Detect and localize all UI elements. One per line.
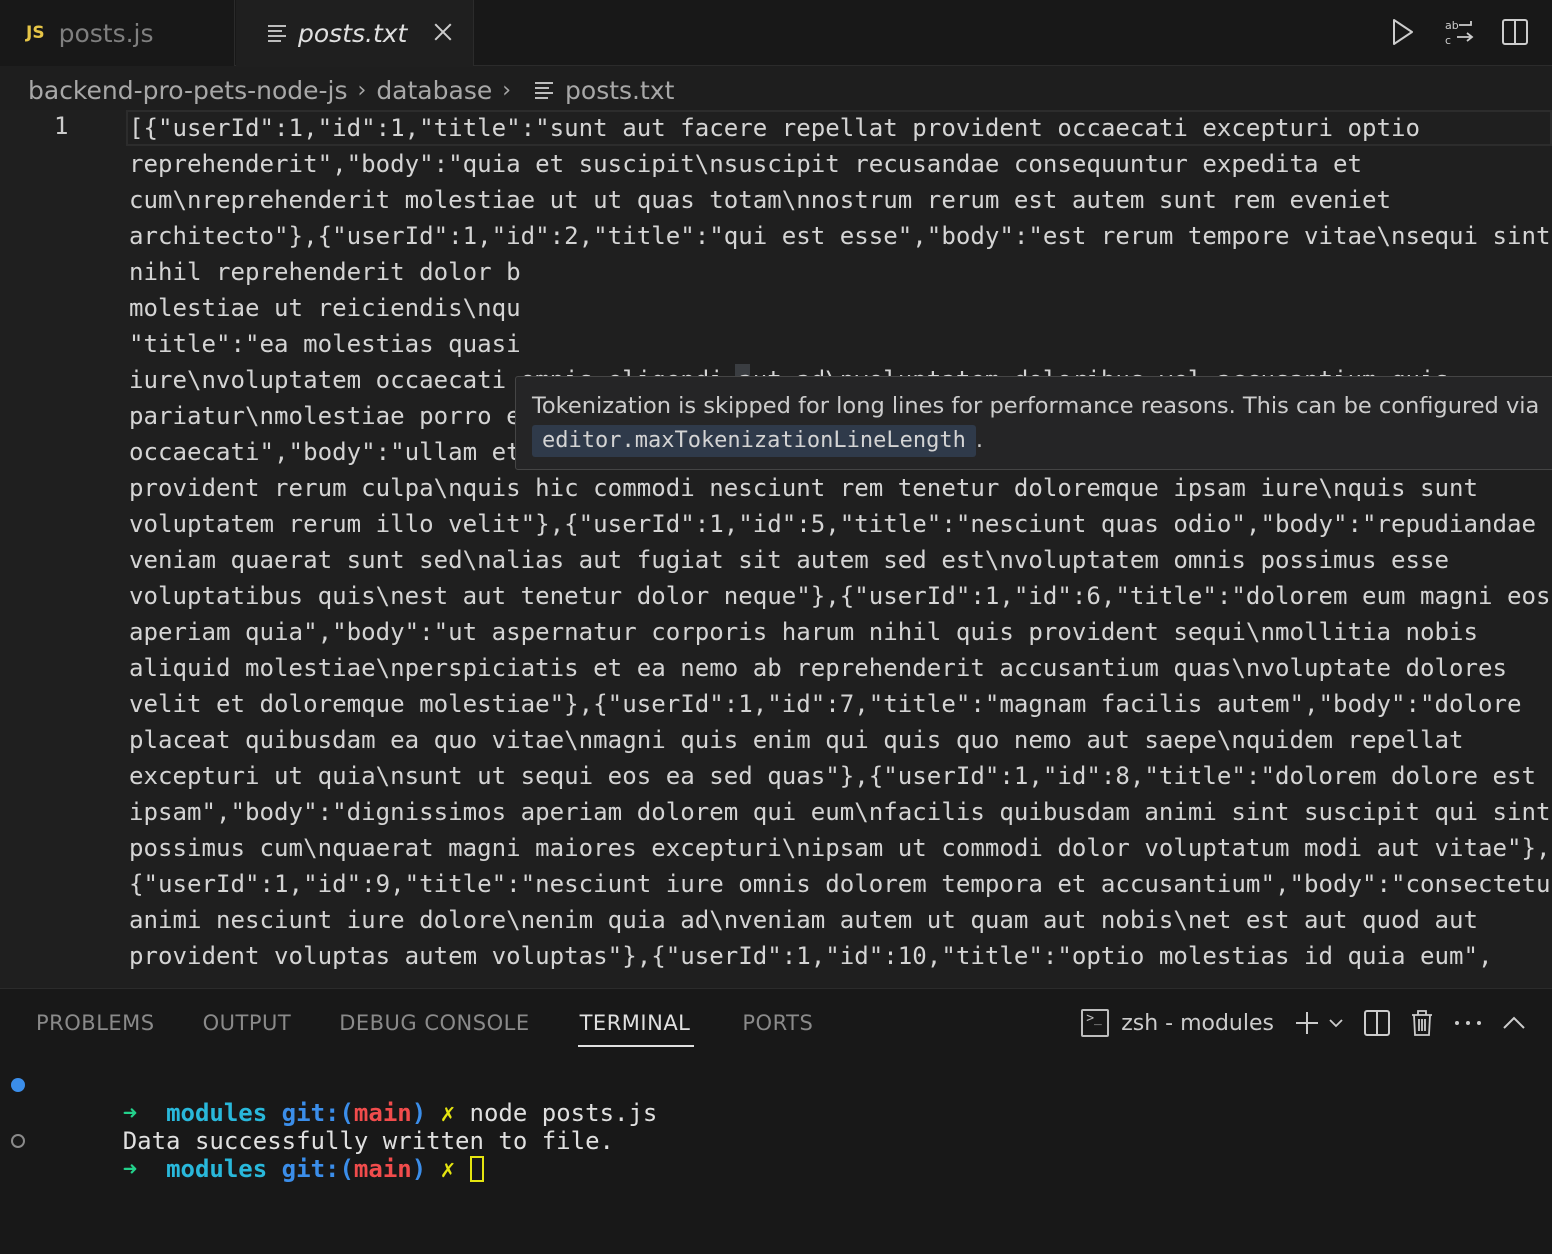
- tab-label: posts.js: [58, 18, 154, 48]
- breadcrumb-item-file[interactable]: posts.txt: [565, 76, 674, 105]
- code-line: reprehenderit","body":"quia et suscipit\…: [129, 150, 1362, 178]
- terminal-line: ➜ modules git:(main) ✗ node posts.js: [0, 1071, 1552, 1127]
- terminal-selector[interactable]: zsh - modules: [1081, 1009, 1274, 1037]
- tab-problems[interactable]: PROBLEMS: [36, 1011, 155, 1047]
- chevron-down-icon[interactable]: [1328, 1015, 1344, 1031]
- bottom-panel: PROBLEMS OUTPUT DEBUG CONSOLE TERMINAL P…: [0, 988, 1552, 1254]
- code-line: [{"userId":1,"id":1,"title":"sunt aut fa…: [129, 114, 1421, 142]
- terminal-icon: [1081, 1009, 1110, 1037]
- prompt-dirty-mark: ✗: [440, 1155, 456, 1183]
- tooltip-suffix: .: [975, 427, 983, 453]
- terminal-line: Data successfully written to file.: [0, 1099, 1552, 1155]
- terminal-line: ➜ modules git:(main) ✗: [0, 1127, 1552, 1183]
- terminal-output[interactable]: ➜ modules git:(main) ✗ node posts.js Dat…: [0, 1071, 1552, 1183]
- prompt-dir: modules: [166, 1155, 268, 1183]
- run-icon[interactable]: [1386, 14, 1420, 50]
- panel-actions: zsh - modules: [1081, 1009, 1526, 1037]
- text-file-icon: [535, 79, 554, 102]
- panel-tabs: PROBLEMS OUTPUT DEBUG CONSOLE TERMINAL P…: [36, 1011, 813, 1047]
- line-number: 1: [54, 112, 69, 140]
- split-editor-icon[interactable]: [1498, 14, 1532, 50]
- close-tab-icon[interactable]: [429, 18, 457, 46]
- code-line: placeat quibusdam ea quo vitae\nmagni qu…: [129, 726, 1464, 754]
- chevron-right-icon: ›: [357, 77, 367, 103]
- tab-output[interactable]: OUTPUT: [203, 1011, 292, 1047]
- trash-icon[interactable]: [1410, 1009, 1434, 1037]
- code-content[interactable]: [{"userId":1,"id":1,"title":"sunt aut fa…: [129, 110, 1552, 974]
- code-line: voluptatem rerum illo velit"},{"userId":…: [129, 510, 1537, 538]
- code-line: animi nesciunt iure dolore\nenim quia ad…: [129, 906, 1479, 934]
- tooltip-message: Tokenization is skipped for long lines f…: [532, 393, 1540, 419]
- code-line: "title":"ea molestias quasi: [129, 330, 521, 358]
- terminal-cursor: [469, 1156, 484, 1182]
- code-line: veniam quaerat sunt sed\nalias aut fugia…: [129, 546, 1450, 574]
- code-line: provident voluptas autem voluptas"},{"us…: [129, 942, 1493, 970]
- hover-tooltip: Tokenization is skipped for long lines f…: [515, 376, 1552, 470]
- split-terminal-icon[interactable]: [1364, 1010, 1390, 1036]
- breadcrumb: backend-pro-pets-node-js › database › po…: [28, 72, 674, 108]
- command-pending-icon: [11, 1134, 25, 1148]
- code-line: molestiae ut reiciendis\nqu: [129, 294, 521, 322]
- code-line: nihil reprehenderit dolor b: [129, 258, 521, 286]
- code-line: aperiam quia","body":"ut aspernatur corp…: [129, 618, 1479, 646]
- tab-terminal[interactable]: TERMINAL: [577, 1011, 695, 1047]
- code-line: voluptatibus quis\nest aut tenetur dolor…: [129, 582, 1551, 610]
- tab-posts-js[interactable]: JS posts.js: [0, 0, 235, 66]
- chevron-right-icon: ›: [502, 77, 512, 103]
- prompt-git-label: git:: [281, 1155, 340, 1183]
- editor-actions: ab c: [1386, 14, 1532, 50]
- breadcrumb-item-project[interactable]: backend-pro-pets-node-js: [28, 76, 348, 105]
- add-terminal-icon[interactable]: [1294, 1010, 1320, 1036]
- tab-ports[interactable]: PORTS: [742, 1011, 813, 1047]
- prompt-branch: main: [353, 1155, 412, 1183]
- terminal-name: zsh - modules: [1121, 1010, 1274, 1036]
- breadcrumb-item-folder[interactable]: database: [376, 76, 492, 105]
- code-line: {"userId":1,"id":9,"title":"nesciunt iur…: [129, 870, 1552, 898]
- svg-text:c: c: [1445, 34, 1451, 47]
- code-line: cum\nreprehenderit molestiae ut ut quas …: [129, 186, 1391, 214]
- more-actions-icon[interactable]: [1454, 1019, 1482, 1027]
- code-line: possimus cum\nquaerat magni maiores exce…: [129, 834, 1551, 862]
- editor-tab-bar: JS posts.js posts.txt ab c: [0, 0, 1552, 67]
- prompt-arrow: ➜: [122, 1155, 138, 1183]
- tab-label: posts.txt: [298, 18, 408, 48]
- javascript-file-icon: JS: [26, 23, 45, 43]
- code-line: excepturi ut quia\nsunt ut sequi eos ea …: [129, 762, 1537, 790]
- code-line: velit et doloremque molestiae"},{"userId…: [129, 690, 1522, 718]
- command-success-icon[interactable]: [11, 1078, 25, 1092]
- code-line: ipsam","body":"dignissimos aperiam dolor…: [129, 798, 1551, 826]
- code-editor[interactable]: 1 [{"userId":1,"id":1,"title":"sunt aut …: [0, 110, 1552, 988]
- code-line: architecto"},{"userId":1,"id":2,"title":…: [129, 222, 1551, 250]
- svg-text:ab: ab: [1445, 19, 1459, 32]
- text-file-icon: [268, 22, 286, 45]
- code-line: provident rerum culpa\nquis hic commodi …: [129, 474, 1479, 502]
- chevron-up-icon[interactable]: [1502, 1015, 1526, 1031]
- code-line: aliquid molestiae\nperspiciatis et ea ne…: [129, 654, 1508, 682]
- compare-changes-icon[interactable]: ab c: [1442, 14, 1476, 50]
- setting-link[interactable]: editor.maxTokenizationLineLength: [532, 425, 976, 457]
- tab-debug-console[interactable]: DEBUG CONSOLE: [339, 1011, 529, 1047]
- tab-posts-txt[interactable]: posts.txt: [236, 0, 474, 67]
